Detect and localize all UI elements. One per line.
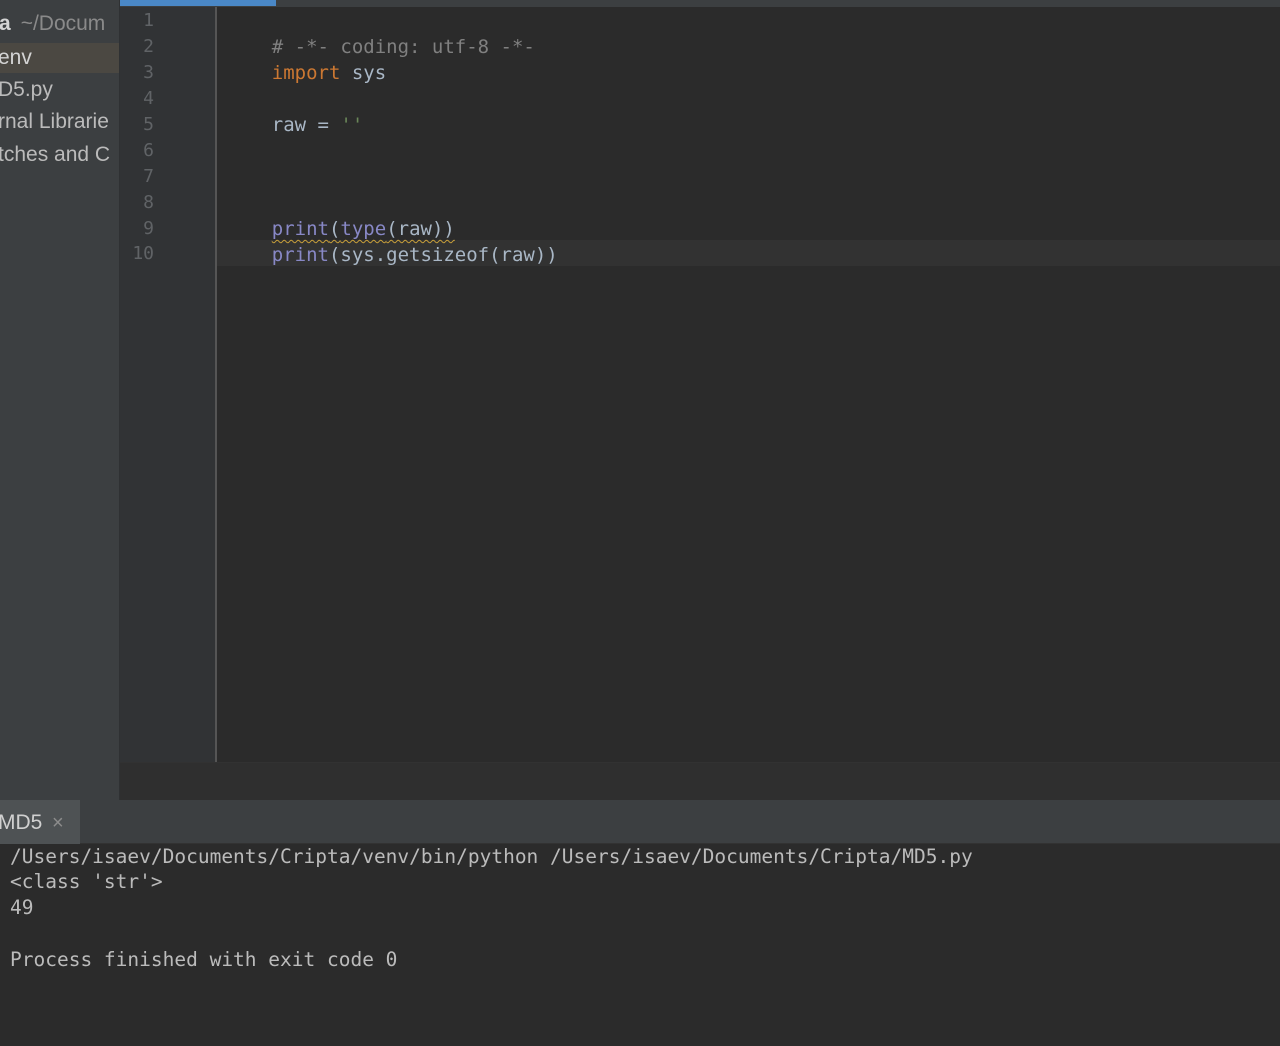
console-line: <class 'str'> bbox=[10, 870, 163, 893]
line-number: 3 bbox=[143, 62, 154, 83]
code-editor[interactable] bbox=[217, 7, 1280, 762]
builtin-token: print bbox=[271, 244, 329, 266]
line-number: 6 bbox=[143, 140, 154, 161]
code-line-1[interactable]: # -*- coding: utf-8 -*- bbox=[226, 8, 535, 58]
args-token: (sys.getsizeof(raw)) bbox=[328, 244, 558, 266]
identifier-token: sys bbox=[340, 62, 387, 84]
tree-item-venv[interactable]: env bbox=[0, 43, 119, 73]
ide-window: ta ~/Docum env D5.py rnal Librarie tches … bbox=[0, 0, 1280, 1046]
tree-item-md5-file[interactable]: D5.py bbox=[0, 75, 119, 105]
code-line-2[interactable]: import sys bbox=[226, 34, 386, 84]
tree-item-label: D5.py bbox=[0, 78, 53, 101]
tree-item-external-libraries[interactable]: rnal Librarie bbox=[0, 107, 119, 137]
line-number: 8 bbox=[143, 192, 154, 213]
line-number: 1 bbox=[143, 10, 154, 31]
line-number: 7 bbox=[143, 166, 154, 187]
console-line: Process finished with exit code 0 bbox=[10, 948, 398, 971]
project-root[interactable]: ta ~/Docum bbox=[0, 9, 119, 39]
run-console[interactable]: /Users/isaev/Documents/Cripta/venv/bin/p… bbox=[0, 844, 1280, 1046]
run-tool-window-header: MD5 × bbox=[0, 800, 1280, 844]
assignment-token: raw = bbox=[271, 114, 341, 136]
run-tab-md5[interactable]: MD5 × bbox=[0, 800, 80, 844]
string-token: '' bbox=[340, 114, 364, 136]
tree-item-label: env bbox=[0, 46, 32, 69]
tree-item-label: tches and C bbox=[0, 143, 111, 166]
active-tab-indicator[interactable] bbox=[120, 0, 276, 6]
console-line: 49 bbox=[10, 896, 34, 919]
close-icon[interactable]: × bbox=[52, 800, 64, 846]
editor-horizontal-scroll-area[interactable] bbox=[120, 762, 1280, 800]
keyword-token: import bbox=[271, 62, 341, 84]
code-line-4[interactable]: raw = '' bbox=[226, 86, 364, 136]
project-root-name: ta bbox=[0, 12, 11, 35]
line-number: 10 bbox=[132, 243, 154, 264]
line-number: 9 bbox=[143, 218, 154, 239]
line-number: 4 bbox=[143, 88, 154, 109]
code-line-8[interactable]: print(type(raw)) bbox=[226, 190, 455, 240]
tree-item-scratches[interactable]: tches and C bbox=[0, 140, 119, 170]
line-number: 5 bbox=[143, 114, 154, 135]
project-root-path: ~/Docum bbox=[20, 12, 106, 35]
project-sidebar: ta ~/Docum env D5.py rnal Librarie tches … bbox=[0, 0, 119, 800]
code-line-9[interactable]: print(sys.getsizeof(raw)) bbox=[226, 216, 558, 266]
console-line: /Users/isaev/Documents/Cripta/venv/bin/p… bbox=[10, 845, 973, 868]
run-tab-label: MD5 bbox=[0, 811, 43, 834]
tree-item-label: rnal Librarie bbox=[0, 110, 109, 133]
line-number: 2 bbox=[143, 36, 154, 57]
editor-tab-strip bbox=[120, 0, 1280, 7]
